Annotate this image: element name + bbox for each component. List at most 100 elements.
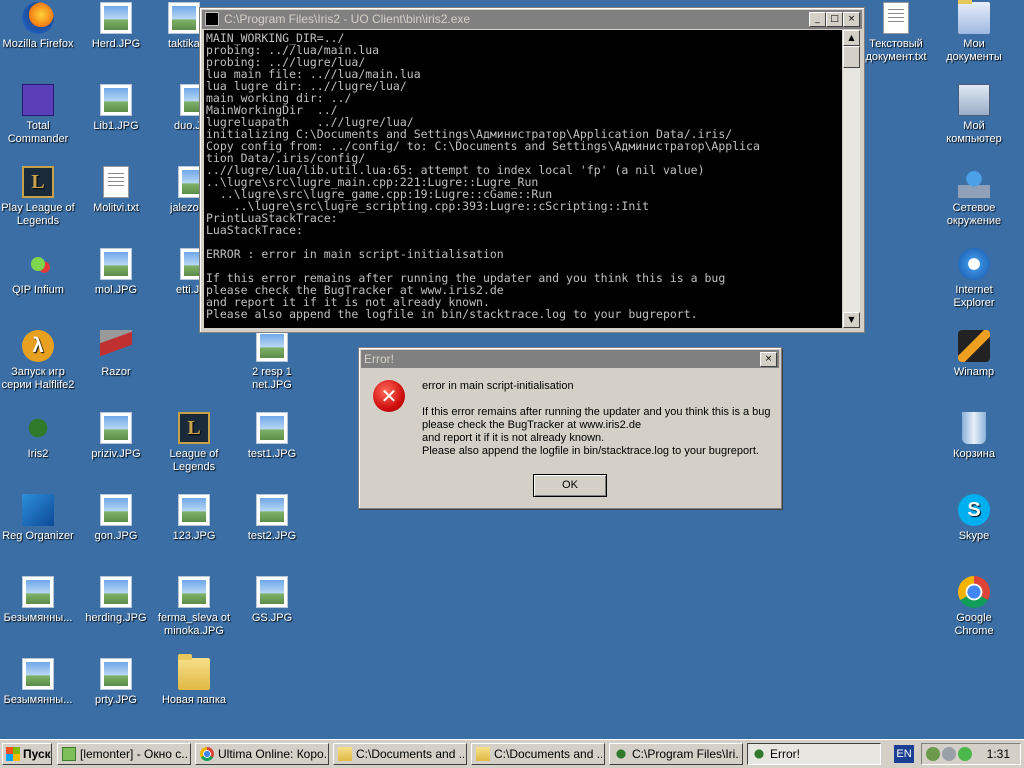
desktop-icon-winamp[interactable]: Winamp (936, 330, 1012, 379)
taskbar-item-iris2[interactable]: C:\Program Files\Iri... (609, 743, 743, 765)
image-file-icon (100, 84, 132, 116)
image-file-icon (100, 658, 132, 690)
iris2-leaf-icon (752, 747, 766, 761)
icon-label: mol.JPG (94, 284, 138, 296)
desktop-icon-taktika[interactable]: taktika (156, 2, 202, 51)
image-file-icon (178, 576, 210, 608)
chrome-icon (200, 747, 214, 761)
desktop-icon-gs[interactable]: GS.JPG (234, 576, 310, 625)
taskbar-item-error[interactable]: Error! (747, 743, 881, 765)
desktop-icon-priziv[interactable]: priziv.JPG (78, 412, 154, 461)
language-indicator[interactable]: EN (894, 745, 914, 763)
desktop-icon-ferma[interactable]: ferma_sleva ot minoka.JPG (156, 576, 232, 638)
desktop-icon-lib1[interactable]: Lib1.JPG (78, 84, 154, 133)
desktop-icon-razor[interactable]: Razor (78, 330, 154, 379)
desktop-icon-my-computer[interactable]: Мой компьютер (936, 84, 1012, 146)
icon-label: Lib1.JPG (93, 120, 139, 132)
qip-flower-icon (22, 248, 54, 280)
taskbar-item-documents-1[interactable]: C:\Documents and ... (333, 743, 467, 765)
tray-app-icon[interactable] (926, 747, 940, 761)
desktop-icon-halflife2[interactable]: λ Запуск игр серии Halflife2 (0, 330, 76, 392)
desktop-icon-duo[interactable]: duo.JPG (156, 84, 202, 133)
image-file-icon (256, 330, 288, 362)
image-file-icon (168, 2, 200, 34)
desktop-icon-unnamed-1[interactable]: Безымянны... (0, 576, 76, 625)
folder-icon (178, 654, 210, 690)
console-titlebar[interactable]: C:\Program Files\Iris2 - UO Client\bin\i… (202, 10, 862, 29)
folder-icon (338, 747, 352, 761)
desktop-icon-prty[interactable]: prty.JPG (78, 658, 154, 707)
folder-icon (476, 747, 490, 761)
icon-label: Reg Organizer (2, 530, 74, 542)
desktop-icon-gon[interactable]: gon.JPG (78, 494, 154, 543)
close-button[interactable]: × (843, 12, 860, 27)
taskbar: Пуск [lemonter] - Окно с... Ultima Onlin… (0, 739, 1024, 768)
taskbar-item-label: [lemonter] - Окно с... (80, 747, 188, 761)
image-file-icon (100, 494, 132, 526)
taskbar-item-label: Ultima Online: Коро... (218, 747, 326, 761)
my-computer-icon (958, 84, 990, 116)
desktop-icon-network[interactable]: Сетевое окружение (936, 166, 1012, 228)
ok-button[interactable]: OK (533, 474, 607, 497)
desktop-icon-firefox[interactable]: Mozilla Firefox (0, 2, 76, 51)
console-scrollbar[interactable]: ▲ ▼ (843, 30, 860, 328)
desktop-icon-total-commander[interactable]: Total Commander (0, 84, 76, 146)
desktop-icon-molitvi[interactable]: Molitvi.txt (78, 166, 154, 215)
desktop-icon-play-lol[interactable]: L Play League of Legends (0, 166, 76, 228)
desktop-icon-jalezo[interactable]: jalezo (156, 166, 202, 215)
network-icon (958, 166, 990, 198)
console-output[interactable]: MAIN_WORKING_DIR=../probing: ..//lua/mai… (204, 30, 842, 328)
taskbar-item-lemonter[interactable]: [lemonter] - Окно с... (57, 743, 191, 765)
icon-label: League of Legends (169, 448, 219, 473)
desktop-icon-unnamed-2[interactable]: Безымянны... (0, 658, 76, 707)
desktop-icon-123[interactable]: 123.JPG (156, 494, 232, 543)
image-file-icon (178, 494, 210, 526)
icon-label: Текстовый документ.txt (865, 38, 927, 63)
desktop-icon-test2[interactable]: test2.JPG (234, 494, 310, 543)
minimize-button[interactable]: _ (809, 12, 826, 27)
scroll-up-arrow-icon[interactable]: ▲ (843, 30, 860, 46)
desktop-icon-etti[interactable]: etti.J (156, 248, 202, 297)
icon-label: Winamp (953, 366, 995, 378)
desktop-icon-test1[interactable]: test1.JPG (234, 412, 310, 461)
dialog-close-button[interactable]: × (760, 352, 777, 367)
icon-label: Мои документы (946, 38, 1002, 63)
desktop-icon-herding[interactable]: herding.JPG (78, 576, 154, 625)
taskbar-item-chrome[interactable]: Ultima Online: Коро... (195, 743, 329, 765)
maximize-button[interactable]: □ (826, 12, 843, 27)
icon-label: Skype (958, 530, 990, 542)
error-dialog[interactable]: Error! × ✕ error in main script-initiali… (358, 347, 782, 509)
icon-label: Mozilla Firefox (2, 38, 74, 50)
taskbar-item-label: Error! (770, 747, 800, 761)
desktop-icon-mol[interactable]: mol.JPG (78, 248, 154, 297)
icon-label: jalezo (170, 202, 199, 214)
clock[interactable]: 1:31 (987, 744, 1010, 764)
desktop-icon-reg-organizer[interactable]: Reg Organizer (0, 494, 76, 543)
desktop-icon-new-folder[interactable]: Новая папка (156, 654, 232, 707)
desktop-icon-iris2[interactable]: Iris2 (0, 412, 76, 461)
taskbar-item-documents-2[interactable]: C:\Documents and ... (471, 743, 605, 765)
desktop-icon-google-chrome[interactable]: Google Chrome (936, 576, 1012, 638)
start-button[interactable]: Пуск (2, 743, 52, 765)
console-window[interactable]: C:\Program Files\Iris2 - UO Client\bin\i… (199, 7, 865, 333)
desktop-icon-recycle-bin[interactable]: Корзина (936, 412, 1012, 461)
icon-label: Безымянны... (3, 612, 73, 624)
console-title: C:\Program Files\Iris2 - UO Client\bin\i… (224, 12, 471, 26)
taskbar-item-label: C:\Documents and ... (494, 747, 602, 761)
desktop-icon-herd[interactable]: Herd.JPG (78, 2, 154, 51)
volume-icon[interactable] (942, 747, 956, 761)
desktop-icon-2resp[interactable]: 2 resp 1 net.JPG (234, 330, 310, 392)
icon-label: Herd.JPG (91, 38, 141, 50)
desktop-icon-qip[interactable]: QIP Infium (0, 248, 76, 297)
image-file-icon (100, 248, 132, 280)
icon-label: herding.JPG (85, 612, 147, 624)
dialog-titlebar[interactable]: Error! × (361, 350, 779, 368)
scroll-thumb[interactable] (843, 46, 860, 68)
desktop-icon-lol[interactable]: L League of Legends (156, 412, 232, 474)
scroll-down-arrow-icon[interactable]: ▼ (843, 312, 860, 328)
tray-status-icon[interactable] (958, 747, 972, 761)
desktop-icon-my-documents[interactable]: Мои документы (936, 0, 1012, 64)
desktop-icon-internet-explorer[interactable]: Internet Explorer (936, 248, 1012, 310)
desktop-icon-skype[interactable]: S Skype (936, 494, 1012, 543)
desktop-icon-text-document[interactable]: Текстовый документ.txt (858, 2, 934, 64)
